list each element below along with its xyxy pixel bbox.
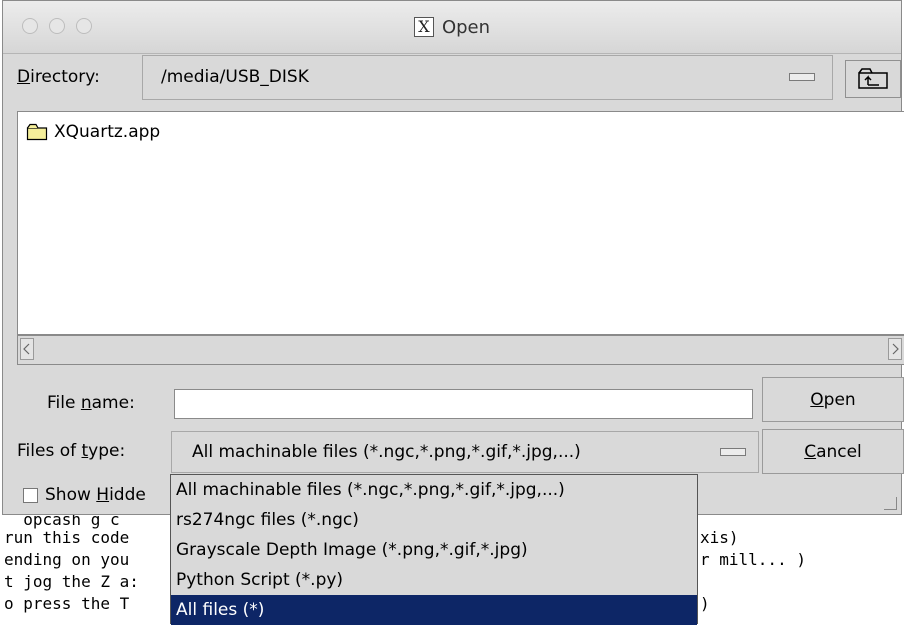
terminal-line: o press the T [4, 594, 130, 613]
parent-directory-button[interactable] [845, 60, 901, 98]
folder-up-icon [858, 68, 888, 89]
window-title: Open [3, 1, 901, 53]
dropdown-option[interactable]: All machinable files (*.ngc,*.png,*.gif,… [171, 475, 697, 505]
folder-icon [26, 123, 48, 141]
cancel-button[interactable]: Cancel [762, 429, 904, 474]
file-type-value: All machinable files (*.ngc,*.png,*.gif,… [192, 442, 581, 462]
dropdown-option[interactable]: rs274ngc files (*.ngc) [171, 505, 697, 535]
open-dialog: Open Directory: /media/USB_DISK XQuartz.… [2, 0, 904, 515]
resize-grip-icon[interactable] [884, 497, 897, 510]
dropdown-option[interactable]: Python Script (*.py) [171, 565, 697, 595]
scroll-right-button[interactable] [888, 338, 902, 360]
title-bar[interactable]: Open [3, 1, 901, 54]
list-item[interactable]: XQuartz.app [26, 122, 160, 142]
terminal-line: run this code [4, 528, 130, 547]
file-name-input[interactable] [174, 389, 753, 419]
scroll-left-button[interactable] [20, 338, 34, 360]
directory-combobox[interactable]: /media/USB_DISK [142, 55, 833, 100]
terminal-line: ) [700, 594, 710, 613]
files-of-type-label: Files of type: [17, 441, 126, 461]
terminal-line: t jog the Z a: [4, 572, 139, 591]
open-button[interactable]: Open [762, 377, 904, 422]
dropdown-indicator-icon [720, 448, 746, 456]
checkbox-box[interactable] [23, 487, 38, 503]
file-name-label: File name: [47, 393, 135, 413]
horizontal-scrollbar[interactable] [17, 335, 904, 365]
arrow-left-icon [23, 343, 30, 355]
window-title-text: Open [441, 16, 491, 38]
terminal-line: xis) [700, 528, 739, 547]
arrow-right-icon [892, 343, 899, 355]
directory-value: /media/USB_DISK [161, 67, 309, 87]
terminal-line: r mill... ) [700, 550, 806, 569]
directory-label: Directory: [17, 67, 100, 87]
dropdown-option[interactable]: Grayscale Depth Image (*.png,*.gif,*.jpg… [171, 535, 697, 565]
file-name: XQuartz.app [54, 122, 161, 142]
file-type-dropdown: All machinable files (*.ngc,*.png,*.gif,… [170, 474, 698, 625]
file-type-combobox[interactable]: All machinable files (*.ngc,*.png,*.gif,… [171, 431, 759, 473]
x11-icon [413, 17, 434, 37]
file-list[interactable]: XQuartz.app [17, 111, 904, 335]
terminal-line: ending on you [4, 550, 130, 569]
show-hidden-checkbox[interactable]: Show Hidde [23, 485, 173, 505]
dropdown-option-selected[interactable]: All files (*) [171, 595, 697, 625]
show-hidden-label: Show Hidde [45, 485, 146, 505]
dropdown-indicator-icon [789, 73, 815, 81]
